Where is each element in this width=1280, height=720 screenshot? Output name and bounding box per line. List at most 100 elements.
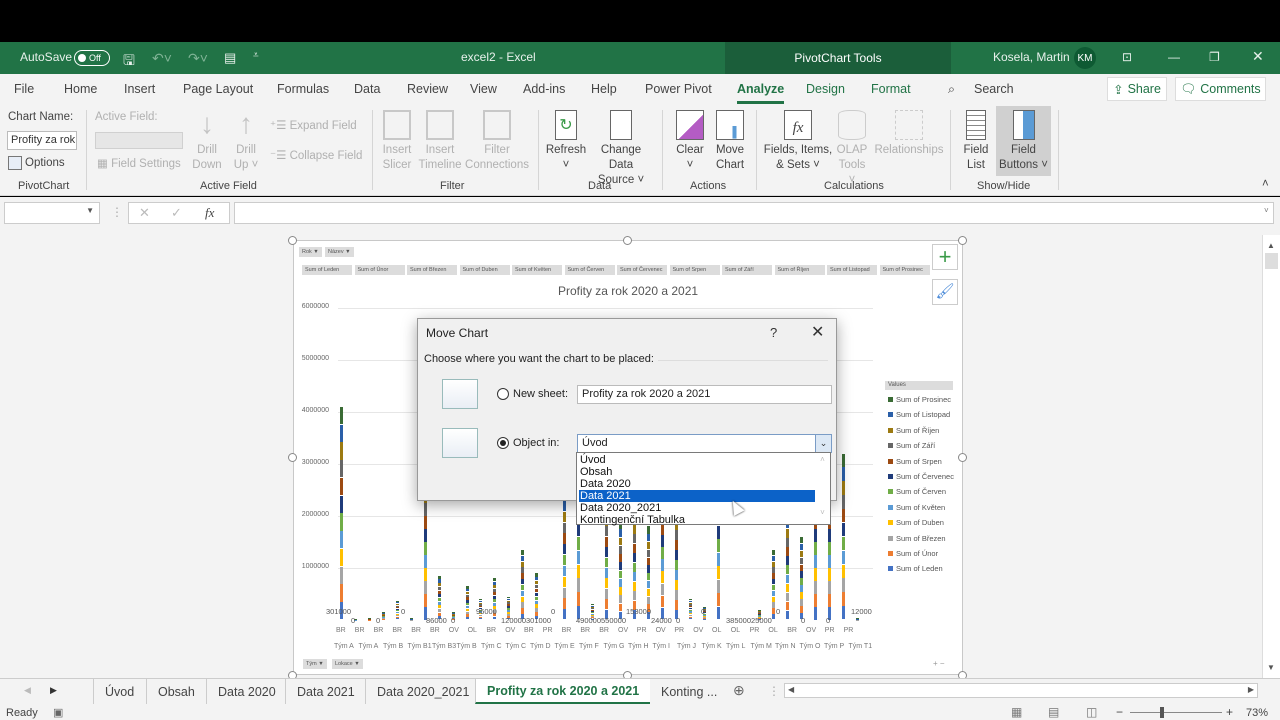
options-button[interactable]: Options — [8, 156, 65, 170]
bar-segment[interactable] — [800, 606, 804, 613]
search-box[interactable]: Search — [974, 82, 1014, 96]
bar-segment[interactable] — [786, 538, 790, 547]
bar-segment[interactable] — [367, 617, 371, 619]
comments-button[interactable]: 🗨 Comments — [1175, 77, 1266, 101]
nazev-filter-button[interactable]: Název ▼ — [325, 247, 354, 257]
close-icon[interactable]: ✕ — [1252, 48, 1264, 65]
bar-segment[interactable] — [772, 567, 776, 573]
active-field-input[interactable] — [95, 132, 183, 149]
bar-segment[interactable] — [535, 600, 539, 604]
bar-segment[interactable] — [646, 581, 650, 589]
bar-segment[interactable] — [688, 618, 692, 620]
value-field-button[interactable]: Sum of Srpen — [669, 265, 720, 275]
new-sheet-name-input[interactable]: Profity za rok 2020 a 2021 — [577, 385, 832, 404]
tab-analyze[interactable]: Analyze — [737, 82, 785, 104]
insert-slicer-button[interactable]: Insert Slicer — [378, 110, 416, 173]
bar-segment[interactable] — [577, 592, 581, 606]
bar-segment[interactable] — [577, 564, 581, 578]
bar-segment[interactable] — [563, 511, 567, 522]
bar-segment[interactable] — [716, 579, 720, 593]
sheet-tab-uvod[interactable]: Úvod — [93, 679, 145, 704]
new-sheet-radio[interactable] — [497, 388, 509, 400]
bar-segment[interactable] — [800, 536, 804, 544]
tab-formulas[interactable]: Formulas — [277, 82, 329, 96]
bar-segment[interactable] — [521, 555, 525, 561]
bar-segment[interactable] — [507, 598, 511, 600]
resize-handle[interactable] — [958, 236, 967, 245]
bar-segment[interactable] — [493, 602, 497, 606]
bar-segment[interactable] — [340, 513, 343, 531]
bar-segment[interactable] — [521, 567, 525, 573]
tab-help[interactable]: Help — [591, 82, 617, 96]
legend-item[interactable]: Sum of Červen — [888, 487, 946, 496]
bar-segment[interactable] — [605, 578, 608, 589]
bar-segment[interactable] — [674, 590, 678, 600]
filter-connections-button[interactable]: Filter Connections — [464, 110, 530, 173]
bar-segment[interactable] — [521, 596, 525, 602]
bar-segment[interactable] — [786, 601, 790, 611]
bar-segment[interactable] — [800, 550, 804, 558]
bar-segment[interactable] — [493, 595, 497, 599]
tab-design[interactable]: Design — [806, 82, 845, 96]
bar-segment[interactable] — [423, 529, 427, 542]
tab-file[interactable]: File — [14, 82, 34, 96]
bar-segment[interactable] — [340, 460, 343, 478]
bar-segment[interactable] — [395, 608, 399, 610]
fields-items-sets-button[interactable]: fx Fields, Items, & Sets ˅ — [762, 110, 834, 173]
share-button[interactable]: ⇪ Share — [1107, 77, 1167, 101]
dropdown-scrollbar[interactable]: ˄ ˅ — [815, 453, 830, 524]
bar-segment[interactable] — [423, 568, 427, 581]
bar-segment[interactable] — [674, 570, 678, 580]
bar-segment[interactable] — [395, 602, 399, 604]
legend-item[interactable]: Sum of Červenec — [888, 472, 954, 481]
bar-segment[interactable] — [660, 595, 664, 608]
bar-segment[interactable] — [395, 605, 399, 607]
value-field-button[interactable]: Sum of Listopad — [827, 265, 877, 275]
bar-segment[interactable] — [381, 619, 385, 620]
bar-segment[interactable] — [632, 534, 636, 544]
bar-segment[interactable] — [632, 524, 636, 534]
bar-segment[interactable] — [591, 608, 595, 610]
bar-segment[interactable] — [535, 596, 539, 600]
bar-segment[interactable] — [381, 613, 385, 614]
bar-segment[interactable] — [577, 550, 581, 565]
bar-segment[interactable] — [772, 608, 776, 614]
bar-segment[interactable] — [618, 537, 622, 546]
bar-segment[interactable] — [688, 600, 692, 603]
bar-segment[interactable] — [381, 614, 385, 616]
tab-add-ins[interactable]: Add-ins — [523, 82, 565, 96]
bar-segment[interactable] — [451, 613, 455, 614]
tab-scroll-left-icon[interactable]: ◀ — [24, 685, 31, 696]
chart-styles-button[interactable]: 🖌 — [932, 279, 958, 305]
bar-segment[interactable] — [591, 605, 595, 607]
bar-segment[interactable] — [772, 590, 776, 597]
bar-segment[interactable] — [605, 536, 608, 547]
bar-segment[interactable] — [381, 618, 385, 620]
bar-segment[interactable] — [758, 611, 762, 612]
zoom-level[interactable]: 73% — [1246, 707, 1268, 719]
sheet-tab-profity[interactable]: Profity za rok 2020 a 2021 — [475, 679, 651, 704]
bar-segment[interactable] — [828, 529, 832, 542]
minimize-icon[interactable]: — — [1168, 50, 1180, 64]
bar-segment[interactable] — [688, 616, 692, 618]
page-layout-view-icon[interactable]: ▤ — [1048, 705, 1059, 719]
bar-segment[interactable] — [618, 578, 622, 587]
bar-segment[interactable] — [842, 453, 846, 467]
bar-segment[interactable] — [646, 573, 650, 581]
bar-segment[interactable] — [688, 609, 692, 611]
bar-segment[interactable] — [563, 544, 567, 555]
bar-segment[interactable] — [646, 596, 650, 604]
bar-segment[interactable] — [786, 556, 790, 565]
bar-segment[interactable] — [563, 500, 567, 512]
bar-segment[interactable] — [758, 610, 762, 611]
tab-format[interactable]: Format — [871, 82, 911, 96]
bar-segment[interactable] — [479, 604, 483, 606]
insert-function-icon[interactable]: fx — [205, 205, 214, 221]
sheet-tab-data-2020-2021[interactable]: Data 2020_2021 — [365, 679, 480, 704]
zoom-slider-thumb[interactable] — [1160, 707, 1165, 718]
user-name[interactable]: Kosela, Martin — [993, 50, 1070, 64]
bar-segment[interactable] — [465, 597, 469, 600]
legend-item[interactable]: Sum of Leden — [888, 564, 943, 573]
legend-title[interactable]: Values — [885, 381, 953, 390]
bar-segment[interactable] — [563, 576, 567, 587]
